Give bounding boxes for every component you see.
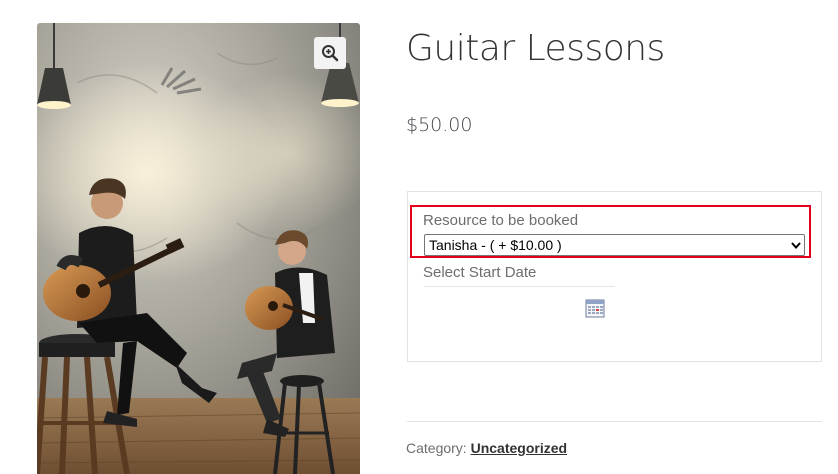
product-meta: Category: Uncategorized [406, 439, 567, 457]
zoom-button[interactable] [314, 37, 346, 69]
category-prefix: Category: [406, 440, 471, 456]
start-date-label: Select Start Date [423, 264, 537, 281]
product-title: Guitar Lessons [406, 28, 665, 69]
resource-label: Resource to be booked [423, 212, 579, 229]
magnifier-plus-icon [322, 45, 339, 62]
product-price: $50.00 [406, 114, 473, 136]
product-photo [37, 23, 360, 474]
calendar-icon[interactable] [585, 298, 605, 318]
resource-select[interactable]: Tanisha - ( + $10.00 ) [424, 234, 805, 256]
divider [407, 421, 822, 422]
chevron-down-icon [788, 241, 804, 249]
resource-select-value: Tanisha - ( + $10.00 ) [429, 237, 562, 253]
product-image[interactable] [37, 23, 360, 474]
category-link[interactable]: Uncategorized [471, 440, 567, 456]
